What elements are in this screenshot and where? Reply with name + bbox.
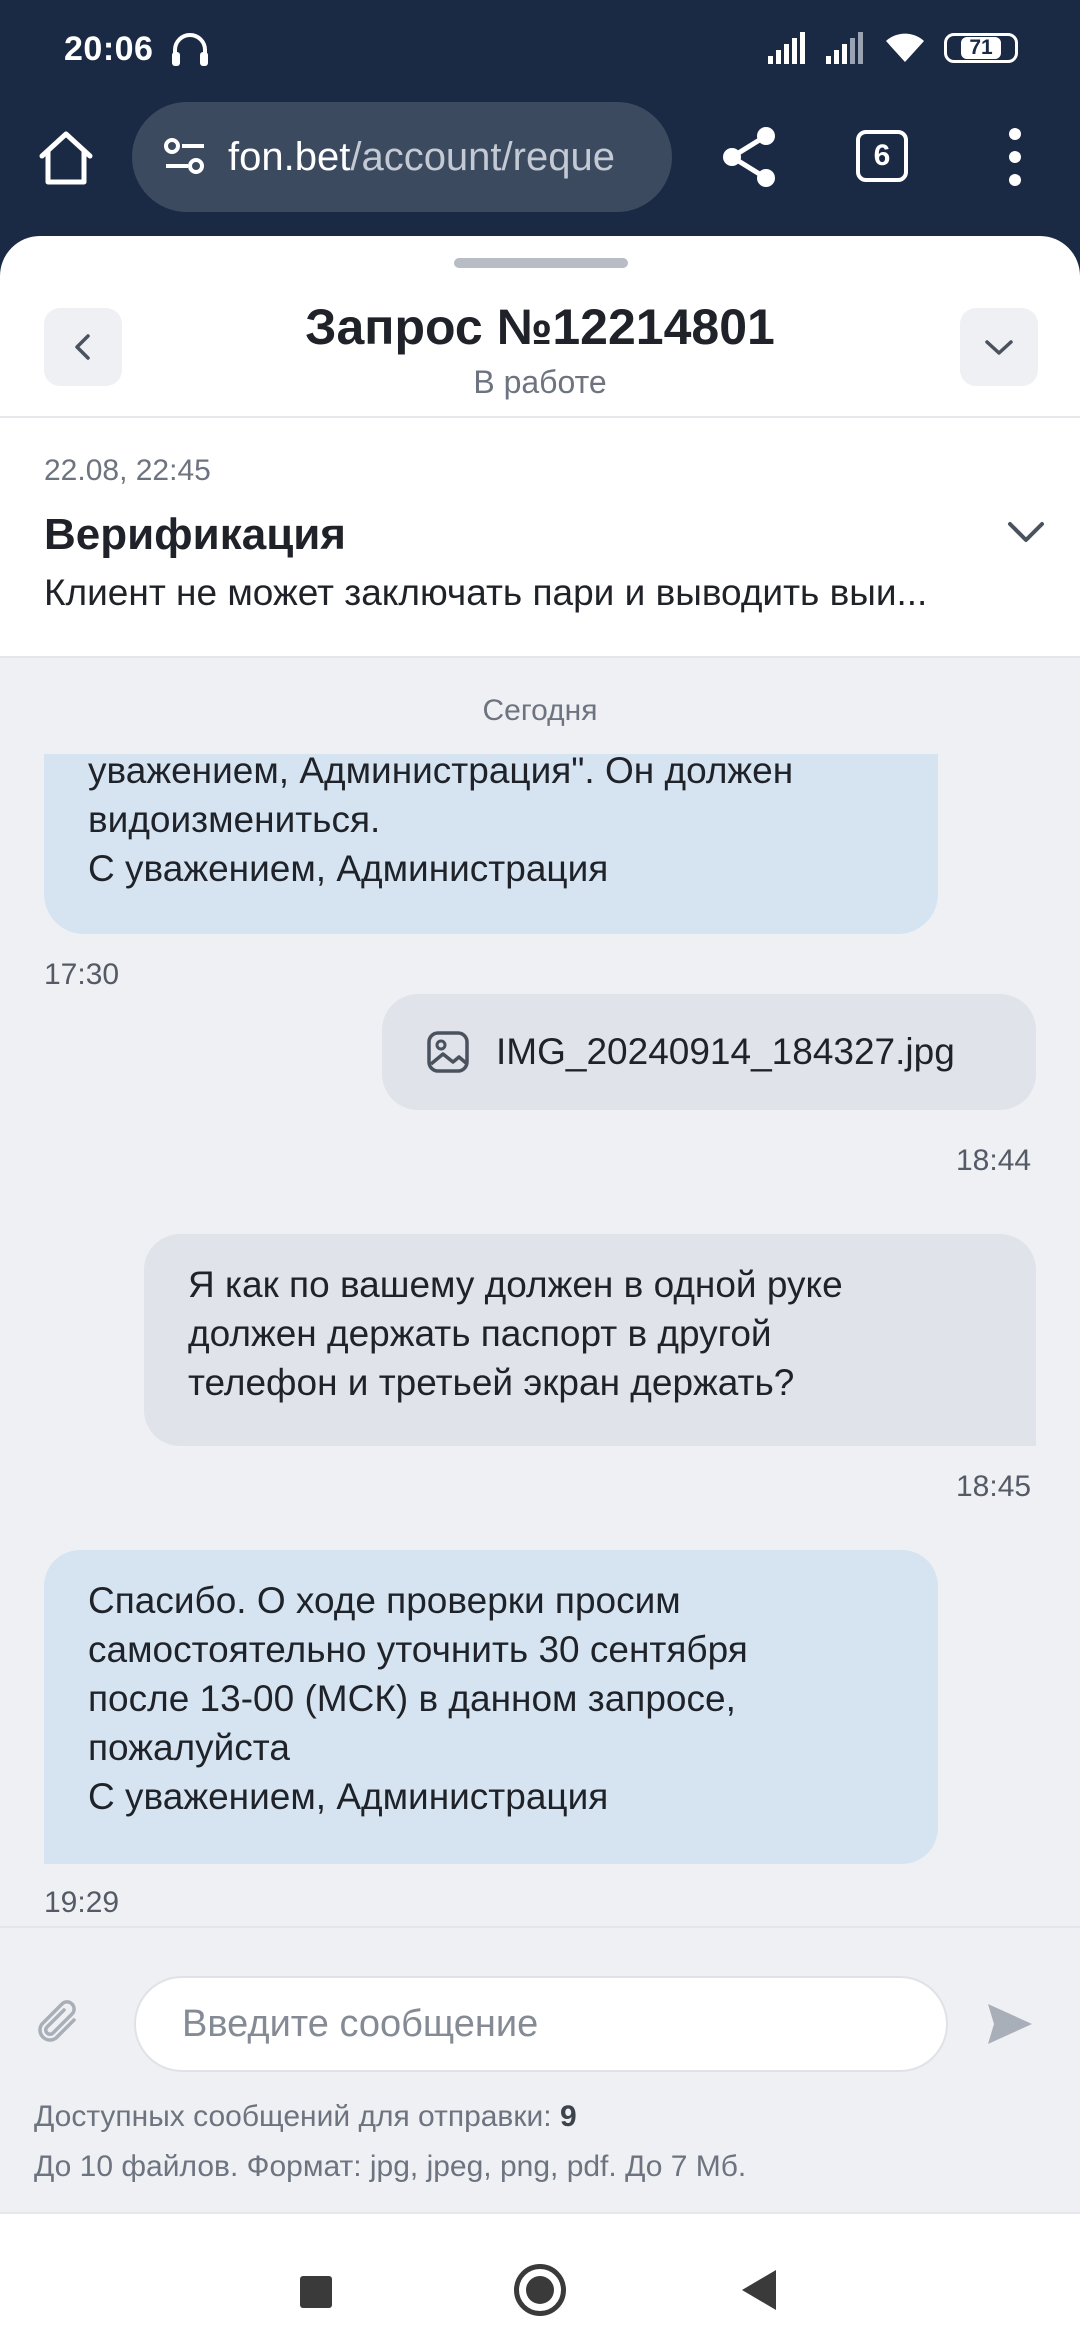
more-vertical-icon[interactable] (1000, 126, 1030, 188)
request-date: 22.08, 22:45 (44, 454, 211, 487)
wifi-icon (886, 33, 924, 62)
message-line: телефон и третьей экран держать? (188, 1362, 795, 1403)
message-line: С уважением, Администрация (88, 1776, 609, 1817)
message-line: уважением, Администрация". Он должен (88, 750, 794, 791)
day-separator: Сегодня (482, 694, 598, 727)
message-line: самостоятельно уточнить 30 сентября (88, 1629, 748, 1670)
message-incoming: уважением, Администрация". Он должен вид… (44, 750, 938, 934)
url-text[interactable]: fon.bet/account/reque (228, 135, 615, 180)
message-input[interactable] (134, 1976, 948, 2072)
page-title: Запрос №12214801 (305, 299, 775, 355)
home-button[interactable] (514, 2264, 566, 2316)
message-incoming: Спасибо. О ходе проверки просим самостоя… (44, 1550, 938, 1864)
headphones-icon (172, 33, 208, 66)
status-bar: 20:06 71 (0, 0, 1080, 100)
request-summary[interactable]: 22.08, 22:45 Верификация Клиент не может… (0, 418, 1080, 658)
message-line: Я как по вашему должен в одной руке (188, 1264, 843, 1305)
system-nav-bar (0, 2212, 1080, 2340)
send-icon[interactable] (984, 1998, 1036, 2050)
message-line: пожалуйста (88, 1727, 290, 1768)
message-outgoing: Я как по вашему должен в одной руке долж… (144, 1234, 1036, 1446)
status-time: 20:06 (64, 30, 154, 68)
file-attachment[interactable]: IMG_20240914_184327.jpg (382, 994, 1036, 1110)
collapse-button[interactable] (960, 308, 1038, 386)
file-name: IMG_20240914_184327.jpg (496, 1031, 955, 1072)
request-topic: Верификация (44, 510, 346, 559)
message-line: видоизмениться. (88, 799, 381, 840)
messages-limit-value: 9 (559, 2100, 577, 2133)
request-status: В работе (473, 364, 607, 400)
paperclip-icon[interactable] (34, 1998, 86, 2050)
messages-limit-label: Доступных сообщений для отправки: (34, 2100, 560, 2133)
message-line: Спасибо. О ходе проверки просим (88, 1580, 681, 1621)
request-sheet: Запрос №12214801 В работе 22.08, 22:45 В… (0, 236, 1080, 2212)
message-line: С уважением, Администрация (88, 848, 609, 889)
url-domain: fon.bet (228, 134, 351, 179)
home-icon[interactable] (34, 126, 98, 190)
chevron-down-icon (985, 340, 1013, 355)
chat-thread[interactable]: Сегодня уважением, Администрация". Он до… (0, 656, 1080, 1926)
message-composer: Доступных сообщений для отправки: 9 До 1… (0, 1926, 1080, 2212)
message-time: 19:29 (44, 1886, 120, 1919)
message-time: 18:44 (956, 1144, 1032, 1177)
recents-button[interactable] (300, 2276, 332, 2308)
battery-indicator: 71 (944, 33, 1018, 63)
message-time: 18:45 (956, 1470, 1032, 1503)
messages-limit: Доступных сообщений для отправки: 9 (34, 2100, 577, 2134)
message-line: после 13-00 (МСК) в данном запросе, (88, 1678, 736, 1719)
image-icon (427, 1031, 469, 1073)
url-path: /account/reque (350, 134, 615, 179)
file-formats-note: До 10 файлов. Формат: jpg, jpeg, png, pd… (34, 2150, 747, 2183)
share-icon[interactable] (718, 124, 782, 190)
message-time: 17:30 (44, 958, 120, 991)
home-dot-icon (526, 2276, 554, 2304)
expand-chevron-icon[interactable] (1004, 510, 1048, 554)
status-icons: 71 (768, 28, 1018, 68)
message-line: должен держать паспорт в другой (188, 1313, 772, 1354)
address-bar[interactable]: fon.bet/account/reque (132, 102, 672, 212)
sheet-grabber[interactable] (454, 258, 628, 268)
back-nav-button[interactable] (742, 2270, 776, 2310)
signal-icon (768, 32, 805, 64)
battery-level: 71 (961, 37, 1001, 59)
tune-icon[interactable] (162, 134, 208, 180)
tabs-button[interactable]: 6 (856, 130, 908, 182)
signal-2-icon (826, 32, 863, 64)
request-description: Клиент не может заключать пари и выводит… (44, 572, 928, 613)
